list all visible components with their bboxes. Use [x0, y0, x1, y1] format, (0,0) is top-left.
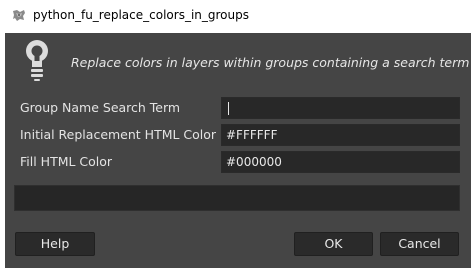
dialog-body: Replace colors in layers within groups c…	[5, 33, 471, 268]
window-title: python_fu_replace_colors_in_groups	[33, 8, 249, 22]
title-bar[interactable]: python_fu_replace_colors_in_groups	[0, 0, 474, 33]
gimp-wilber-icon	[13, 10, 25, 21]
initial-color-input[interactable]	[221, 124, 460, 146]
cancel-button[interactable]: Cancel	[380, 232, 459, 256]
lightbulb-icon	[26, 40, 48, 81]
ok-button[interactable]: OK	[294, 232, 373, 256]
help-button[interactable]: Help	[15, 232, 95, 256]
group-name-label: Group Name Search Term	[20, 100, 181, 115]
text-caret	[228, 102, 229, 115]
initial-color-label: Initial Replacement HTML Color	[20, 127, 217, 142]
plugin-description: Replace colors in layers within groups c…	[71, 55, 470, 70]
progress-bar	[14, 185, 460, 211]
group-name-search-input[interactable]	[221, 97, 460, 119]
plugin-window: python_fu_replace_colors_in_groups Repla…	[0, 0, 474, 268]
fill-color-label: Fill HTML Color	[20, 154, 113, 169]
fill-color-input[interactable]	[221, 151, 460, 173]
